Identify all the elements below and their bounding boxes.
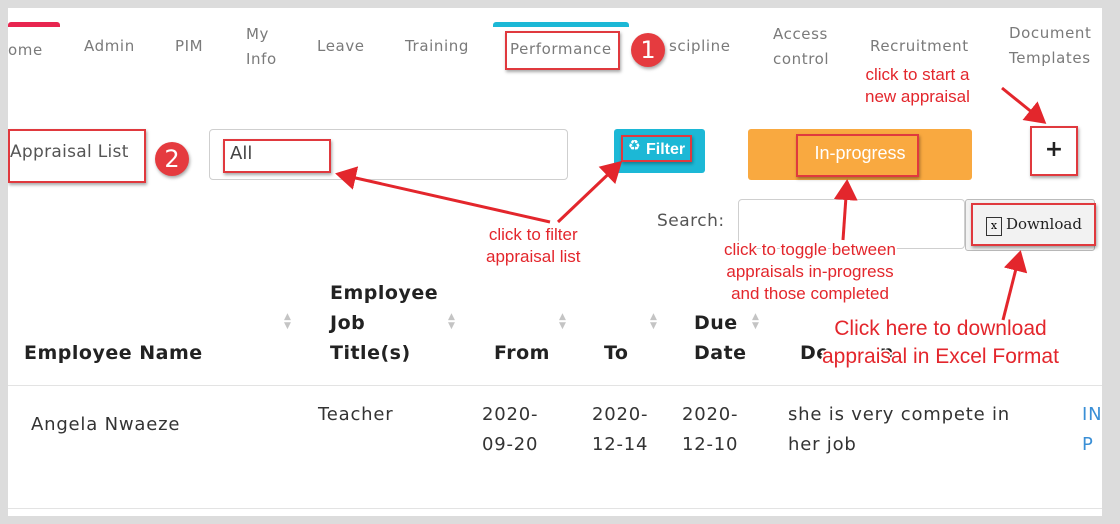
annotation-text: appraisal in Excel Format: [822, 345, 1059, 368]
arrow-to-status-toggle: [833, 179, 858, 241]
annotation-text: appraisals in-progress: [726, 262, 894, 281]
app-frame: ome Admin PIM My Info Leave Training Per…: [8, 8, 1102, 516]
arrow-to-filter-select: [335, 166, 551, 224]
annotation-text: click to start a: [865, 65, 970, 84]
annotation-toggle: click to toggle between appraisals in-pr…: [724, 239, 896, 305]
arrow-to-filter-button: [556, 160, 623, 224]
arrow-to-add: [1001, 86, 1047, 124]
annotation-text: new appraisal: [865, 87, 970, 106]
annotation-filter: click to filter appraisal list: [486, 224, 581, 268]
annotation-text: and those completed: [731, 284, 889, 303]
annotation-text: click to filter: [488, 225, 578, 244]
annotation-download: Click here to download appraisal in Exce…: [822, 315, 1059, 371]
annotation-text: Click here to download: [834, 317, 1047, 340]
annotation-text: appraisal list: [486, 247, 581, 266]
arrow-to-download: [1001, 250, 1028, 321]
annotation-text: click to toggle between: [724, 240, 896, 259]
annotation-start-appraisal: click to start a new appraisal: [865, 64, 970, 108]
